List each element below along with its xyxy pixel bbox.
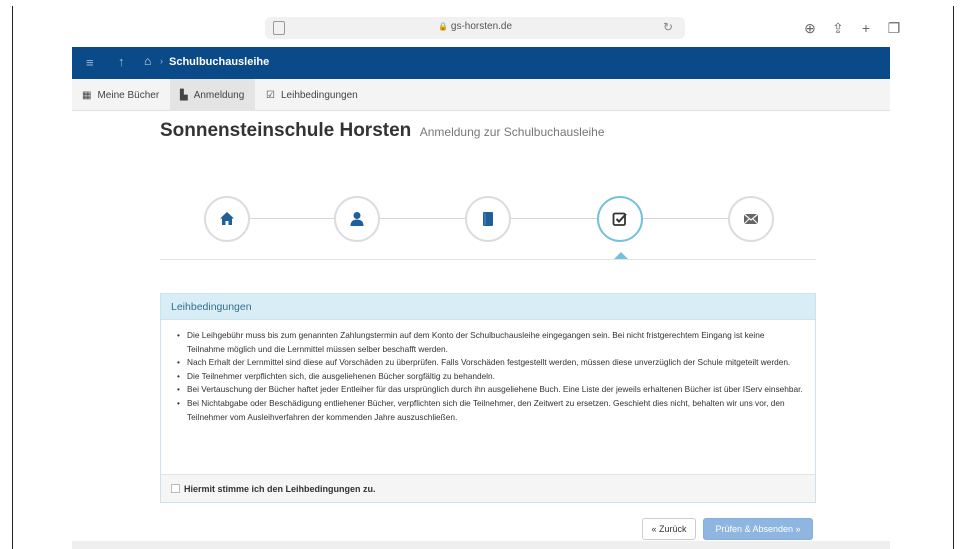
home-icon xyxy=(220,212,234,225)
stepper-divider xyxy=(160,259,816,260)
browser-toolbar: 🔒 gs-horsten.de ↻ ⊕ ⇪ + ❐ xyxy=(72,14,900,44)
tab-label: Anmeldung xyxy=(193,89,245,101)
menu-icon[interactable]: ≡ xyxy=(86,55,94,70)
page-title: Sonnensteinschule Horsten Anmeldung zur … xyxy=(160,120,605,142)
app-title[interactable]: Schulbuchausleihe xyxy=(169,56,269,68)
frame-border-left xyxy=(12,6,13,549)
conditions-panel: Leihbedingungen Die Leihgebühr muss bis … xyxy=(160,293,816,503)
agree-checkbox[interactable] xyxy=(171,484,180,493)
share-icon[interactable]: ⇪ xyxy=(830,20,846,37)
screenshot-frame: 🔒 gs-horsten.de ↻ ⊕ ⇪ + ❐ ≡ ↑ ⌂ › Schulbu… xyxy=(0,0,966,549)
page-bottom-strip xyxy=(72,541,890,549)
app-navbar: ≡ ↑ ⌂ › Schulbuchausleihe xyxy=(72,47,890,79)
panel-title: Leihbedingungen xyxy=(161,294,815,320)
sub-navigation: ▦ Meine Bücher ▙ Anmeldung ☑ Leihbedingu… xyxy=(72,79,890,111)
step-user[interactable] xyxy=(334,196,380,242)
panel-body: Die Leihgebühr muss bis zum genannten Za… xyxy=(161,320,815,424)
step-send[interactable] xyxy=(728,196,774,242)
new-tab-icon[interactable]: + xyxy=(858,20,874,37)
download-icon[interactable]: ⊕ xyxy=(802,20,818,37)
book-icon: ▦ xyxy=(82,89,92,101)
breadcrumb-separator: › xyxy=(160,56,163,66)
tab-label: Leihbedingungen xyxy=(280,89,358,101)
back-button[interactable]: « Zurück xyxy=(642,518,696,540)
tab-anmeldung[interactable]: ▙ Anmeldung xyxy=(170,79,255,111)
list-item: Bei Vertauschung der Bücher haftet jeder… xyxy=(175,383,803,397)
list-item: Bei Nichtabgabe oder Beschädigung entlie… xyxy=(175,397,803,424)
step-conditions[interactable] xyxy=(597,196,643,242)
browser-actions: ⊕ ⇪ + ❐ xyxy=(802,20,902,37)
checkbox-icon: ☑ xyxy=(266,89,275,101)
home-icon[interactable]: ⌂ xyxy=(144,54,151,68)
step-book[interactable] xyxy=(465,196,511,242)
list-item: Die Teilnehmer verpflichten sich, die au… xyxy=(175,370,803,384)
conditions-list: Die Leihgebühr muss bis zum genannten Za… xyxy=(175,329,803,424)
book-icon xyxy=(483,212,493,226)
active-step-caret xyxy=(614,252,628,259)
url-text: gs-horsten.de xyxy=(450,21,513,32)
tab-meine-buecher[interactable]: ▦ Meine Bücher xyxy=(72,79,169,111)
page-subtitle: Anmeldung zur Schulbuchausleihe xyxy=(419,125,605,139)
tab-leihbedingungen[interactable]: ☑ Leihbedingungen xyxy=(256,79,368,111)
agree-label[interactable]: Hiermit stimme ich den Leihbedingungen z… xyxy=(184,484,376,494)
agree-row[interactable]: Hiermit stimme ich den Leihbedingungen z… xyxy=(161,474,815,502)
step-home[interactable] xyxy=(204,196,250,242)
list-item: Die Leihgebühr muss bis zum genannten Za… xyxy=(175,329,803,356)
list-item: Nach Erhalt der Lernmittel sind diese au… xyxy=(175,356,803,370)
envelope-icon xyxy=(743,213,759,225)
submit-button[interactable]: Prüfen & Absenden » xyxy=(703,518,813,540)
reload-icon[interactable]: ↻ xyxy=(663,20,673,34)
lock-icon: 🔒 xyxy=(437,22,448,31)
user-icon xyxy=(350,212,364,226)
checkbox-icon xyxy=(612,212,627,226)
url-text-wrap: 🔒 gs-horsten.de xyxy=(265,21,685,32)
frame-border-right xyxy=(953,6,954,549)
tabs-icon[interactable]: ❐ xyxy=(886,20,902,37)
document-icon: ▙ xyxy=(180,89,188,101)
tab-label: Meine Bücher xyxy=(97,89,160,101)
up-arrow-icon[interactable]: ↑ xyxy=(118,54,125,69)
school-name: Sonnensteinschule Horsten xyxy=(160,120,412,141)
address-bar[interactable]: 🔒 gs-horsten.de ↻ xyxy=(265,17,685,39)
